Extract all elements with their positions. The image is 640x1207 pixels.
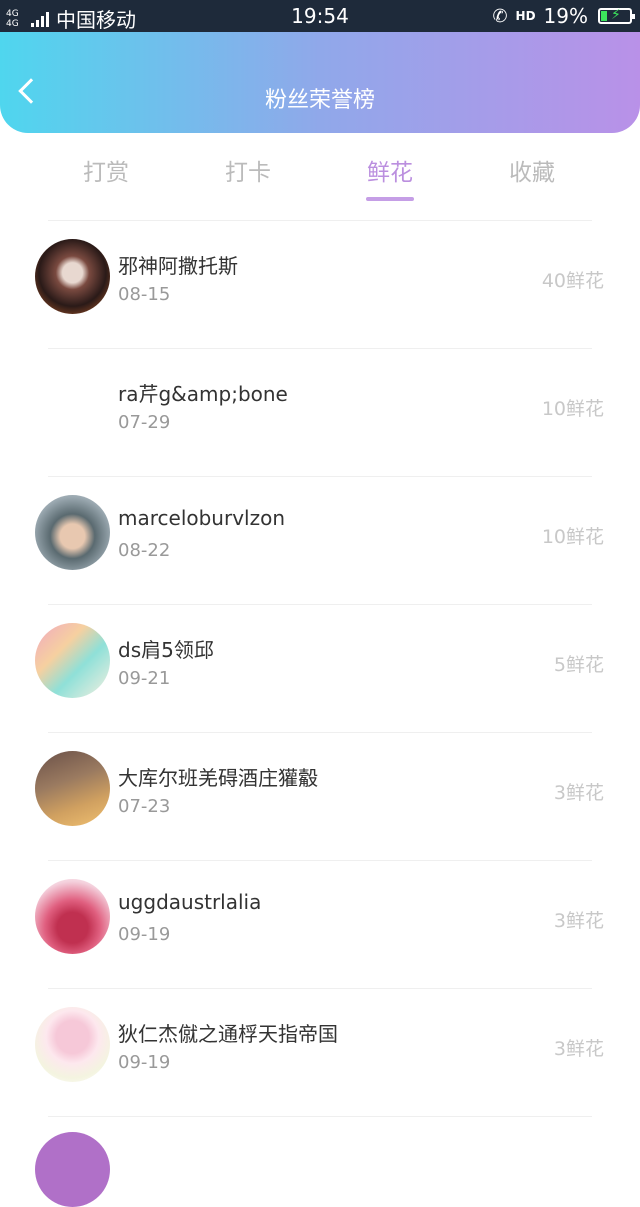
fan-name: 狄仁杰僦之通桴天指帝国 <box>118 1022 338 1046</box>
avatar <box>35 1132 110 1207</box>
flower-count: 3鲜花 <box>553 1038 604 1060</box>
tab-tip-label: 打赏 <box>83 160 129 186</box>
flower-count: 40鲜花 <box>541 270 604 292</box>
fan-name: 大库尔班羌碍酒庄獾觳 <box>118 766 318 790</box>
tab-flowers-label: 鲜花 <box>367 160 413 186</box>
fan-name: uggdaustrlalia <box>118 890 262 914</box>
battery-percent: 19% <box>543 4 588 28</box>
page-title: 粉丝荣誉榜 <box>264 88 375 113</box>
tab-favorites[interactable]: 收藏 <box>472 153 592 187</box>
list-item[interactable]: uggdaustrlalia 09-19 3鲜花 <box>0 860 640 988</box>
list-item[interactable]: 邪神阿撒托斯 08-15 40鲜花 <box>0 220 640 348</box>
flower-count: 5鲜花 <box>553 654 604 676</box>
fan-date: 07-29 <box>118 412 171 433</box>
avatar <box>35 623 110 698</box>
fan-name: ds肩5领邱 <box>118 638 214 662</box>
tab-flowers[interactable]: 鲜花 <box>330 153 450 201</box>
battery-icon: ⚡ <box>598 7 635 24</box>
divider <box>48 1116 592 1117</box>
tab-bar: 打赏 打卡 鲜花 收藏 <box>0 145 640 205</box>
flower-count: 3鲜花 <box>553 910 604 932</box>
flower-count: 3鲜花 <box>553 782 604 804</box>
hd-label: HD <box>515 9 536 23</box>
phone-icon: ✆ <box>492 5 508 27</box>
list-item[interactable]: marceloburvlzon 08-22 10鲜花 <box>0 476 640 604</box>
header-bar: 4G 4G 中国移动 19:54 ✆ HD 19% ⚡ 粉丝荣誉榜 <box>0 0 640 133</box>
fan-name: 邪神阿撒托斯 <box>118 254 238 278</box>
fan-date: 08-22 <box>118 540 171 561</box>
tab-tip[interactable]: 打赏 <box>46 153 166 187</box>
tab-favorites-label: 收藏 <box>509 160 555 186</box>
fan-date: 09-21 <box>118 668 171 689</box>
fan-date: 09-19 <box>118 924 171 945</box>
status-bar: 4G 4G 中国移动 19:54 ✆ HD 19% ⚡ <box>0 0 640 32</box>
avatar <box>35 879 110 954</box>
fan-date: 07-23 <box>118 796 171 817</box>
avatar <box>35 239 110 314</box>
list-item[interactable]: ra芹g&amp;bone 07-29 10鲜花 <box>0 348 640 476</box>
list-item[interactable]: ds肩5领邱 09-21 5鲜花 <box>0 604 640 732</box>
fan-date: 09-19 <box>118 1052 171 1073</box>
avatar <box>35 1007 110 1082</box>
list-item[interactable]: 狄仁杰僦之通桴天指帝国 09-19 3鲜花 <box>0 988 640 1116</box>
list-item[interactable]: 大库尔班羌碍酒庄獾觳 07-23 3鲜花 <box>0 732 640 860</box>
avatar <box>35 495 110 570</box>
avatar <box>35 751 110 826</box>
active-tab-indicator <box>366 197 414 201</box>
fan-name: marceloburvlzon <box>118 506 286 530</box>
flower-count: 10鲜花 <box>541 526 604 548</box>
flower-count: 10鲜花 <box>541 398 604 420</box>
avatar <box>35 367 110 442</box>
fan-date: 08-15 <box>118 284 171 305</box>
tab-checkin[interactable]: 打卡 <box>188 153 308 187</box>
tab-checkin-label: 打卡 <box>225 160 271 186</box>
fan-name: ra芹g&amp;bone <box>118 382 288 406</box>
